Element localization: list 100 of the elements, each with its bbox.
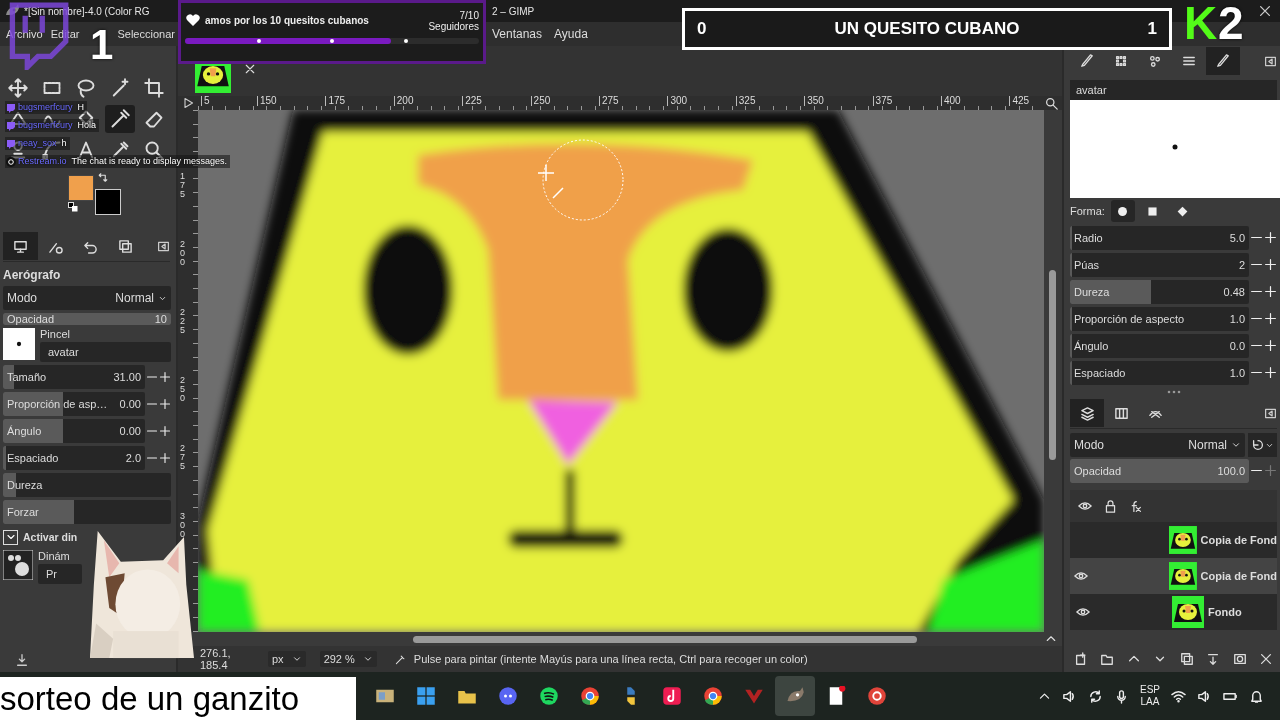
sync-icon[interactable] <box>1088 688 1103 704</box>
chat-username: bugsmerfcury <box>18 101 73 114</box>
monitor-icon <box>13 238 28 254</box>
default-colors-icon[interactable] <box>68 202 78 212</box>
chat-bubble-icon <box>498 686 518 706</box>
circle-r-icon <box>867 686 887 706</box>
merge-icon[interactable] <box>1206 652 1221 666</box>
panel-menu-icon[interactable] <box>157 239 170 253</box>
brush-icon <box>1216 54 1230 68</box>
option-slider[interactable]: Ángulo 0.00 <box>3 419 145 443</box>
option-slider[interactable]: Dureza <box>3 473 171 497</box>
wand-icon <box>110 78 130 98</box>
background-color-swatch[interactable] <box>95 189 121 215</box>
chat-message: Hola <box>77 119 97 132</box>
brush-name-field[interactable]: avatar <box>40 342 171 362</box>
chat-username: Restream.io <box>18 155 67 168</box>
swap-arrow-icon[interactable] <box>97 173 109 185</box>
layer-row[interactable]: Copia de Fond <box>1070 522 1277 558</box>
notification-icon[interactable] <box>1249 688 1264 704</box>
layer-row[interactable]: Copia de Fond <box>1070 558 1277 594</box>
chat-message: h <box>61 137 67 150</box>
layer-thumbnail <box>1172 596 1204 628</box>
scroll-thumb[interactable] <box>1049 270 1056 460</box>
save-icon[interactable] <box>15 653 29 667</box>
airbrush-icon <box>110 109 130 129</box>
music-circle-icon <box>539 686 559 706</box>
pattern-icon <box>1114 54 1128 68</box>
eye-icon[interactable] <box>1074 569 1089 583</box>
menu-item[interactable]: Ventanas <box>492 27 543 41</box>
option-slider[interactable]: Forzar <box>3 500 171 524</box>
option-slider[interactable]: Dureza 0.48 <box>1070 279 1249 304</box>
opacity-slider[interactable]: Opacidad 10 <box>3 313 171 325</box>
eye-icon[interactable] <box>1076 605 1090 619</box>
option-slider[interactable]: Proporción de aspecto 1.0 <box>1070 306 1249 331</box>
opacity-slider[interactable]: Opacidad 100.0 <box>1070 458 1249 483</box>
speaker-icon[interactable] <box>1197 688 1212 704</box>
dock-tab[interactable] <box>1206 47 1240 75</box>
brush-name-field[interactable]: avatar <box>1070 80 1277 100</box>
option-slider[interactable]: Ángulo 0.0 <box>1070 333 1249 358</box>
zoom-dropdown[interactable]: 292 % <box>319 651 377 667</box>
goal-label: Seguidores <box>428 21 479 32</box>
layer-row[interactable]: Fondo <box>1070 594 1277 630</box>
slider-fill[interactable] <box>3 419 63 443</box>
milestone-dot <box>256 39 261 43</box>
scroll-thumb[interactable] <box>413 636 917 643</box>
slider-fill[interactable] <box>3 392 63 416</box>
speaker-icon[interactable] <box>1062 688 1077 704</box>
menu-item[interactable]: Ayuda <box>554 27 588 41</box>
slider-fill[interactable] <box>1070 279 1151 304</box>
language-indicator[interactable]: ESP LAA <box>1140 684 1160 708</box>
circle-icon <box>1116 204 1130 218</box>
mode-dropdown[interactable]: Modo Normal <box>3 286 171 310</box>
effects-icon <box>1129 499 1142 513</box>
option-slider[interactable]: Espaciado 2.0 <box>3 446 145 470</box>
panel-menu-icon[interactable] <box>1264 54 1277 68</box>
zoom-icon[interactable] <box>1045 96 1058 110</box>
dynamics-preview[interactable] <box>3 550 33 580</box>
ruler-label: 425 <box>1009 96 1030 106</box>
wifi-icon[interactable] <box>1171 688 1186 704</box>
images-icon <box>118 238 133 254</box>
move-icon <box>8 78 28 98</box>
new-layer-icon[interactable] <box>1074 652 1088 666</box>
close-icon[interactable] <box>1258 4 1272 18</box>
unit-dropdown[interactable]: px <box>268 651 306 667</box>
option-slider[interactable]: Radio 5.0 <box>1070 225 1249 250</box>
ruler-label: 300 <box>667 96 688 106</box>
close-icon[interactable] <box>244 63 256 75</box>
menu-item[interactable]: Seleccionar <box>117 28 175 40</box>
eraser-icon <box>144 109 164 129</box>
microphone-icon[interactable] <box>1114 688 1129 704</box>
layer-thumbnail <box>1168 560 1197 592</box>
panel-title: Aerógrafo <box>3 267 62 284</box>
dock-tab[interactable] <box>1070 399 1104 427</box>
option-slider[interactable]: Espaciado 1.0 <box>1070 360 1249 385</box>
foreground-color-swatch[interactable] <box>68 175 94 201</box>
slider-fill[interactable] <box>3 500 74 524</box>
duplicate-icon[interactable] <box>1179 652 1194 666</box>
mode-dropdown[interactable]: Modo Normal <box>1070 433 1245 457</box>
dynamics-field[interactable]: Pr <box>38 564 82 584</box>
tool-button[interactable] <box>105 105 135 133</box>
ruler-label: 200 <box>393 96 414 106</box>
folder-icon[interactable] <box>1100 652 1115 666</box>
ruler-label: 250 <box>180 376 186 403</box>
composite-button[interactable] <box>1248 433 1277 457</box>
delete-icon[interactable] <box>1258 652 1273 666</box>
option-slider[interactable]: Proporción de asp… 0.00 <box>3 392 145 416</box>
dock-tab[interactable] <box>3 232 38 260</box>
panel-menu-icon[interactable] <box>1264 406 1277 420</box>
ruler-label: 225 <box>462 96 482 106</box>
option-slider[interactable]: Púas 2 <box>1070 252 1249 277</box>
slider-fill[interactable] <box>3 446 6 470</box>
resize-handle[interactable] <box>1166 390 1181 394</box>
shape-button[interactable] <box>1110 200 1135 222</box>
option-slider[interactable]: Tamaño 31.00 <box>3 365 145 389</box>
lock-icon <box>1104 499 1117 513</box>
mask-icon[interactable] <box>1232 652 1247 666</box>
checkbox[interactable] <box>3 529 18 545</box>
channels-icon <box>1113 405 1129 421</box>
chat-message: H <box>77 101 85 114</box>
eye-icon <box>1078 499 1092 513</box>
